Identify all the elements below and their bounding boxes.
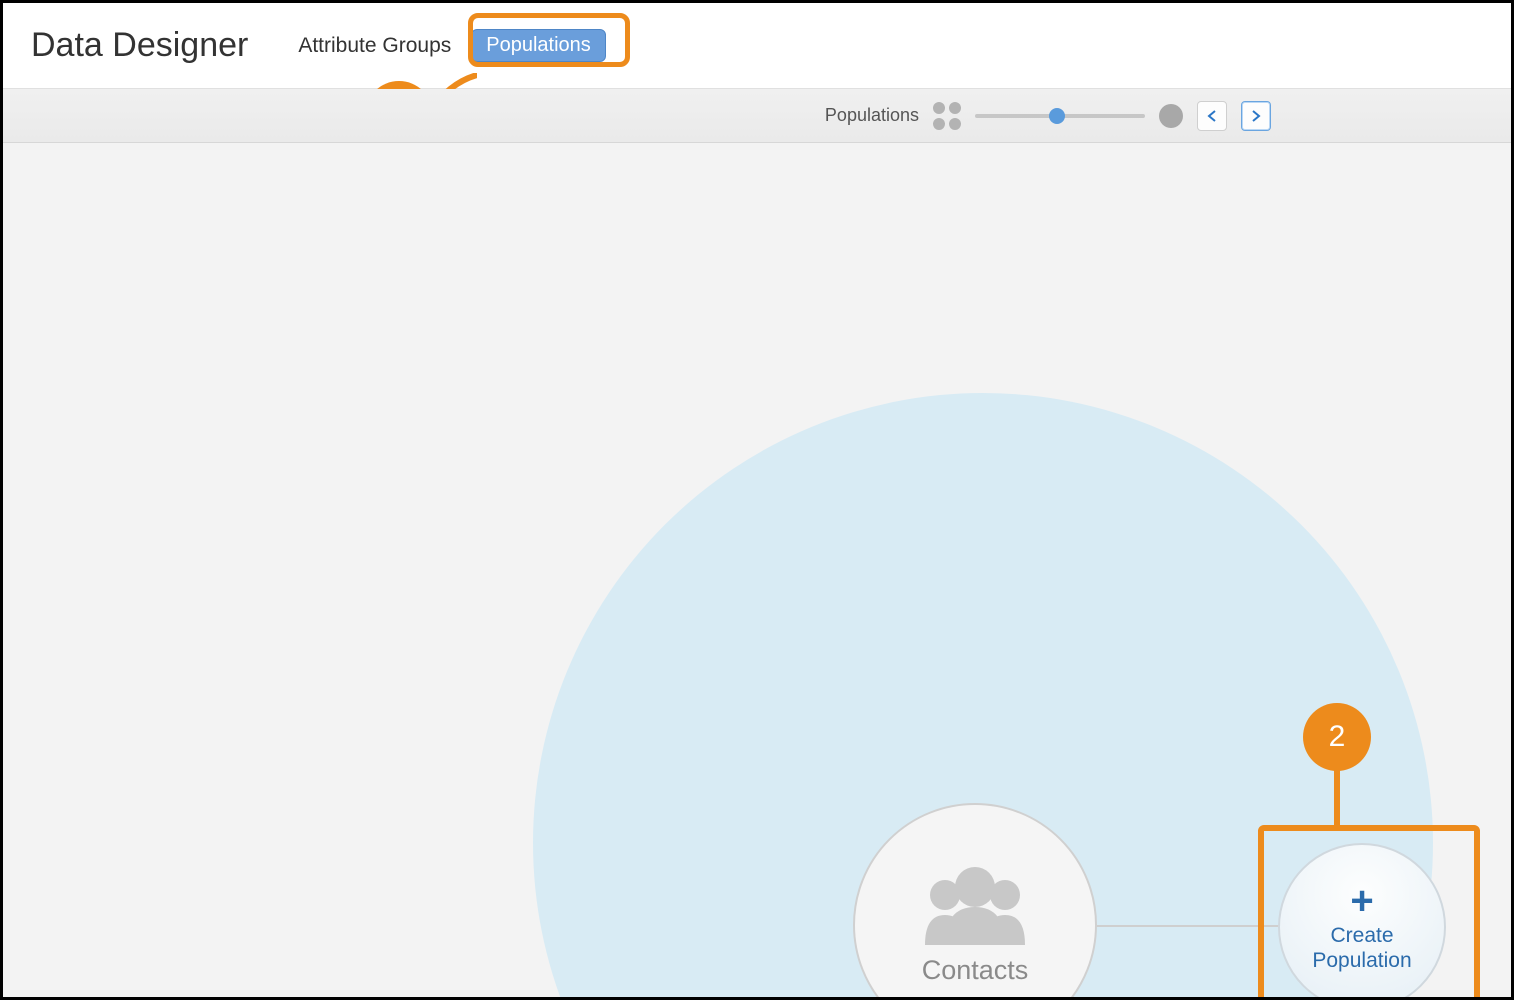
toolbar-section-label: Populations [825, 105, 919, 126]
population-canvas[interactable]: Contacts + Create Population 2 [3, 143, 1511, 997]
canvas-toolbar: Populations [3, 89, 1511, 143]
chevron-left-icon [1207, 110, 1217, 122]
zoom-slider-thumb[interactable] [1049, 108, 1065, 124]
app-header: Data Designer Attribute Groups Populatio… [3, 3, 1511, 89]
app-viewport: Data Designer Attribute Groups Populatio… [0, 0, 1514, 1000]
create-population-label: Create Population [1312, 923, 1411, 973]
header-tabs: Attribute Groups Populations [288, 28, 605, 64]
create-population-button[interactable]: + Create Population [1278, 843, 1446, 997]
node-connector [1095, 925, 1280, 927]
plus-icon: + [1350, 881, 1373, 921]
view-mode-grid-icon[interactable] [933, 102, 961, 130]
people-group-icon [910, 865, 1040, 945]
app-title: Data Designer [31, 26, 248, 65]
chevron-right-icon [1251, 110, 1261, 122]
tab-attribute-groups[interactable]: Attribute Groups [288, 28, 461, 64]
tab-populations[interactable]: Populations [471, 29, 606, 62]
nav-next-button[interactable] [1241, 101, 1271, 131]
contacts-node-label: Contacts [922, 955, 1029, 986]
nav-prev-button[interactable] [1197, 101, 1227, 131]
zoom-level-indicator-icon [1159, 104, 1183, 128]
zoom-slider[interactable] [975, 108, 1145, 124]
